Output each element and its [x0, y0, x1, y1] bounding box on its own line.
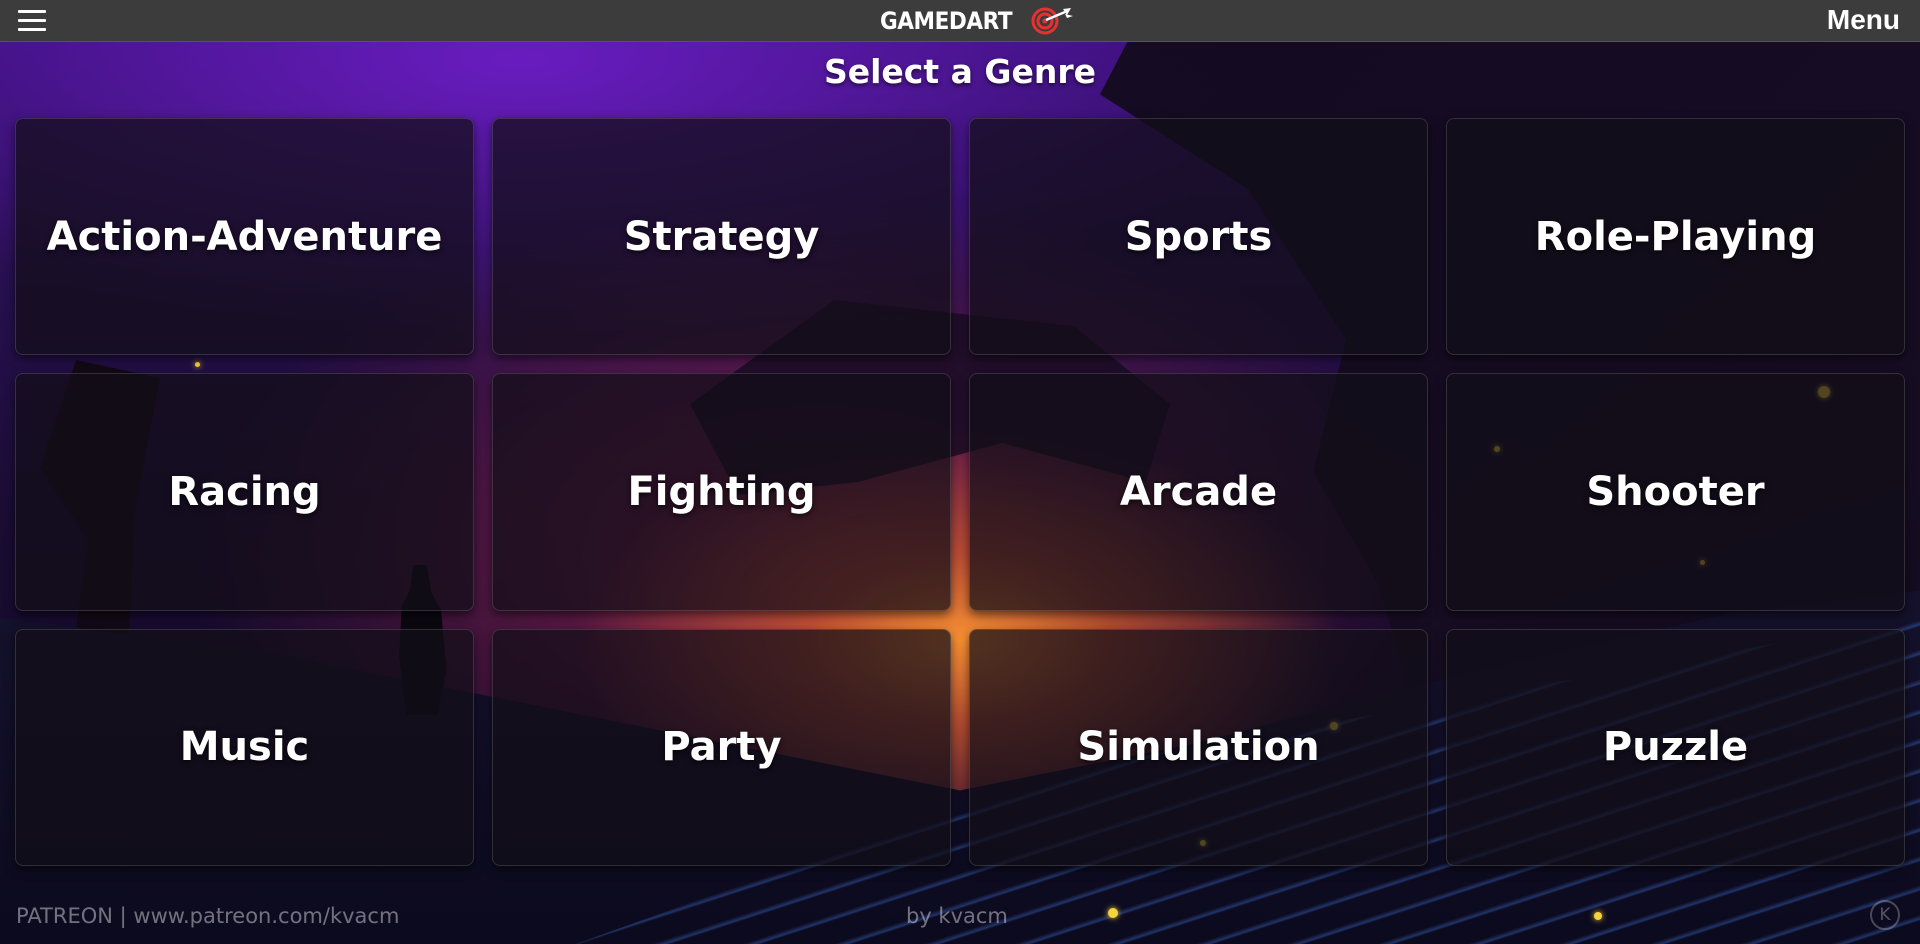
brand-name: GAMEDART [880, 7, 1013, 35]
genre-card-sports[interactable]: Sports [969, 118, 1428, 356]
genre-card-strategy[interactable]: Strategy [492, 118, 951, 356]
hamburger-menu-icon[interactable] [18, 10, 46, 32]
genre-grid: Action-Adventure Strategy Sports Role-Pl… [15, 118, 1905, 866]
genre-card-simulation[interactable]: Simulation [969, 628, 1428, 866]
genre-label: Action-Adventure [46, 213, 443, 260]
genre-label: Puzzle [1602, 724, 1749, 771]
dart-target-icon [1031, 7, 1073, 35]
genre-label: Music [179, 724, 310, 771]
genre-card-fighting[interactable]: Fighting [492, 373, 951, 611]
artist-credit-patreon: PATREON | www.patreon.com/kvacm [16, 904, 400, 928]
genre-card-shooter[interactable]: Shooter [1446, 373, 1905, 611]
genre-label: Fighting [627, 468, 816, 515]
genre-label: Shooter [1586, 468, 1765, 515]
genre-card-party[interactable]: Party [492, 628, 951, 866]
genre-card-role-playing[interactable]: Role-Playing [1446, 118, 1905, 356]
genre-card-music[interactable]: Music [15, 628, 474, 866]
genre-label: Simulation [1077, 724, 1320, 771]
genre-label: Racing [168, 468, 321, 515]
artist-signature-mark: K [1870, 900, 1900, 930]
firefly [1108, 908, 1118, 918]
genre-label: Strategy [623, 213, 820, 260]
firefly [1594, 912, 1602, 920]
genre-label: Role-Playing [1534, 213, 1817, 260]
page-title: Select a Genre [823, 52, 1097, 91]
top-nav-bar: GAMEDART Menu [0, 0, 1920, 42]
genre-label: Sports [1124, 213, 1273, 260]
brand-logo[interactable]: GAMEDART [880, 6, 1075, 36]
menu-link[interactable]: Menu [1827, 4, 1900, 36]
genre-card-puzzle[interactable]: Puzzle [1446, 628, 1905, 866]
genre-card-racing[interactable]: Racing [15, 373, 474, 611]
genre-label: Party [661, 724, 782, 771]
genre-card-arcade[interactable]: Arcade [969, 373, 1428, 611]
genre-card-action-adventure[interactable]: Action-Adventure [15, 118, 474, 356]
artist-credit-byline: by kvacm [906, 904, 1008, 928]
genre-label: Arcade [1119, 468, 1278, 515]
